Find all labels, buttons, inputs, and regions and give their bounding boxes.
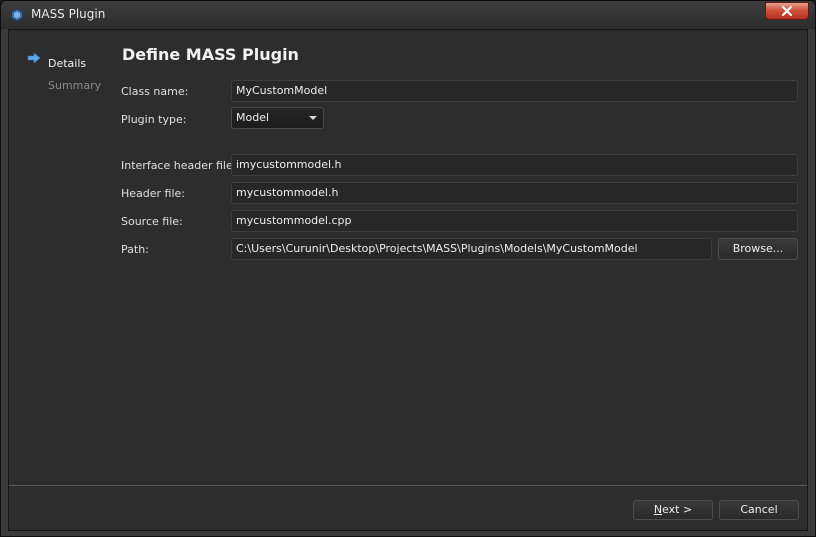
page-title: Define MASS Plugin (122, 45, 299, 64)
source-file-label: Source file: (121, 215, 183, 228)
class-name-field[interactable]: MyCustomModel (231, 80, 798, 102)
dropdown-arrow-icon (309, 116, 317, 120)
interface-header-label: Interface header file: (121, 159, 237, 172)
footer-separator (9, 485, 807, 486)
arrow-right-icon (27, 52, 41, 67)
close-button[interactable] (765, 2, 809, 20)
header-file-label: Header file: (121, 187, 186, 200)
plugin-type-select[interactable]: Model (231, 107, 324, 129)
browse-button[interactable]: Browse... (718, 238, 798, 260)
next-label: ext > (662, 503, 693, 516)
path-label: Path: (121, 243, 149, 256)
source-file-field[interactable]: mycustommodel.cpp (231, 210, 798, 232)
plugin-dialog-window: MASS Plugin Details Summary Define MASS … (0, 0, 816, 537)
sidebar-item-summary[interactable]: Summary (48, 79, 101, 92)
next-button[interactable]: Next > (633, 500, 713, 520)
interface-header-field[interactable]: imycustommodel.h (231, 154, 798, 176)
path-field[interactable]: C:\Users\Curunir\Desktop\Projects\MASS\P… (231, 238, 712, 260)
app-icon (10, 8, 24, 22)
sidebar-item-details[interactable]: Details (48, 57, 86, 70)
next-mnemonic: N (653, 503, 663, 516)
plugin-type-label: Plugin type: (121, 113, 187, 126)
header-file-field[interactable]: mycustommodel.h (231, 182, 798, 204)
class-name-label: Class name: (121, 85, 189, 98)
plugin-type-value: Model (236, 111, 270, 124)
wizard-content: Details Summary Define MASS Plugin Class… (8, 29, 808, 531)
cancel-button[interactable]: Cancel (719, 500, 799, 520)
close-icon (782, 6, 792, 16)
title-bar[interactable]: MASS Plugin (1, 1, 815, 29)
window-title: MASS Plugin (31, 7, 106, 21)
